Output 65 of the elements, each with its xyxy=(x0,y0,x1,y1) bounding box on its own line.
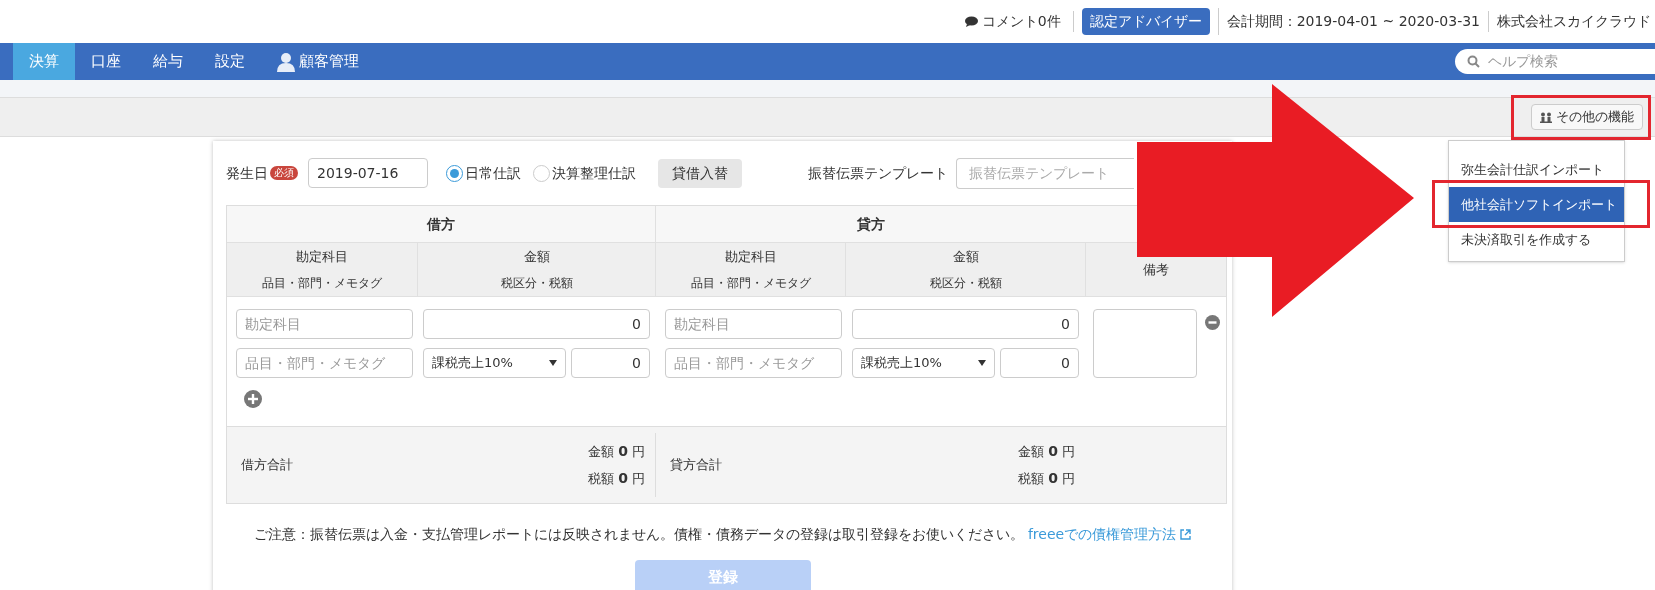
notice-text: ご注意：振替伝票は入金・支払管理レポートには反映されません。債権・債務データの登録は取引登録をお使いください。 xyxy=(253,525,1024,544)
column-subheading: 品目・部門・メモタグ xyxy=(262,275,382,293)
column-heading: 勘定科目 xyxy=(724,247,777,266)
speech-bubble-icon xyxy=(964,16,978,27)
menu-item[interactable]: 弥生会計仕訳インポート xyxy=(1449,152,1624,187)
credit-heading: 貸方 xyxy=(856,214,886,234)
amount-field[interactable]: 0 xyxy=(852,309,1079,339)
required-badge: 必須 xyxy=(270,166,298,180)
account-field[interactable]: 勘定科目 xyxy=(236,309,413,339)
nav-tab[interactable]: 設定 xyxy=(199,43,261,80)
caret-icon xyxy=(549,360,557,366)
currency-unit: 円 xyxy=(1062,443,1075,461)
menu-item[interactable]: 他社会計ソフトインポート xyxy=(1449,187,1624,222)
external-link-icon xyxy=(1180,529,1192,540)
column-heading: 金額 xyxy=(952,247,979,266)
company-name[interactable]: 株式会社スカイクラウド xyxy=(1489,11,1651,32)
advisor-badge[interactable]: 認定アドバイザー xyxy=(1081,8,1210,35)
nav-tab[interactable]: 口座 xyxy=(75,43,137,80)
column-subheading: 税区分・税額 xyxy=(929,275,1002,293)
currency-unit: 円 xyxy=(1062,470,1075,488)
caret-icon xyxy=(978,360,986,366)
amount-label: 金額 xyxy=(1018,443,1045,461)
currency-unit: 円 xyxy=(632,470,645,488)
column-subheading: 税区分・税額 xyxy=(500,275,573,293)
remove-icon[interactable] xyxy=(1205,315,1220,330)
notes-field[interactable] xyxy=(1093,309,1197,378)
date-field[interactable]: 2019-07-16 xyxy=(308,158,428,188)
tax-value: 0 xyxy=(618,469,628,488)
amount-value: 0 xyxy=(1048,442,1058,461)
tax-select[interactable]: 課税売上10% xyxy=(852,348,995,378)
add-icon[interactable] xyxy=(244,390,262,408)
more-functions-button[interactable]: その他の機能 xyxy=(1531,104,1643,130)
swap-button[interactable]: 貸借入替 xyxy=(658,158,742,188)
nav-tab[interactable]: 給与 xyxy=(137,43,199,80)
search-icon xyxy=(1467,55,1480,68)
tax-select[interactable]: 課税売上10% xyxy=(423,348,566,378)
tax-value: 0 xyxy=(1048,469,1058,488)
amount-field[interactable]: 0 xyxy=(423,309,650,339)
column-heading: 金額 xyxy=(523,247,550,266)
fiscal-period: 会計期間：2019-04-01 ~ 2020-03-31 xyxy=(1218,11,1489,32)
column-heading: 勘定科目 xyxy=(296,247,348,266)
date-label: 発生日 xyxy=(226,163,268,183)
amount-value: 0 xyxy=(618,442,628,461)
tag-field[interactable]: 品目・部門・メモタグ xyxy=(665,348,842,378)
tax-label: 税額 xyxy=(588,470,615,488)
menu-item[interactable]: 未決済取引を作成する xyxy=(1449,222,1624,257)
comment-count[interactable]: コメント0件 xyxy=(981,11,1061,32)
nav-tab[interactable]: 顧客管理 xyxy=(261,43,375,80)
total-label: 借方合計 xyxy=(241,456,293,475)
tag-field[interactable]: 品目・部門・メモタグ xyxy=(236,348,413,378)
currency-unit: 円 xyxy=(632,443,645,461)
total-label: 貸方合計 xyxy=(670,456,722,475)
tax-label: 税額 xyxy=(1018,470,1045,488)
user-icon xyxy=(277,51,295,72)
radio-label[interactable]: 日常仕訳 xyxy=(465,162,521,184)
debit-heading: 借方 xyxy=(227,206,656,242)
tax-amount-field[interactable]: 0 xyxy=(571,348,650,378)
column-subheading: 品目・部門・メモタグ xyxy=(690,275,811,293)
people-icon xyxy=(1540,111,1552,123)
template-label: 振替伝票テンプレート xyxy=(808,163,948,183)
tax-amount-field[interactable]: 0 xyxy=(1000,348,1079,378)
amount-label: 金額 xyxy=(588,443,615,461)
column-heading: 備考 xyxy=(1143,260,1169,279)
radio-label[interactable]: 決算整理仕訳 xyxy=(552,162,636,184)
account-field[interactable]: 勘定科目 xyxy=(665,309,842,339)
